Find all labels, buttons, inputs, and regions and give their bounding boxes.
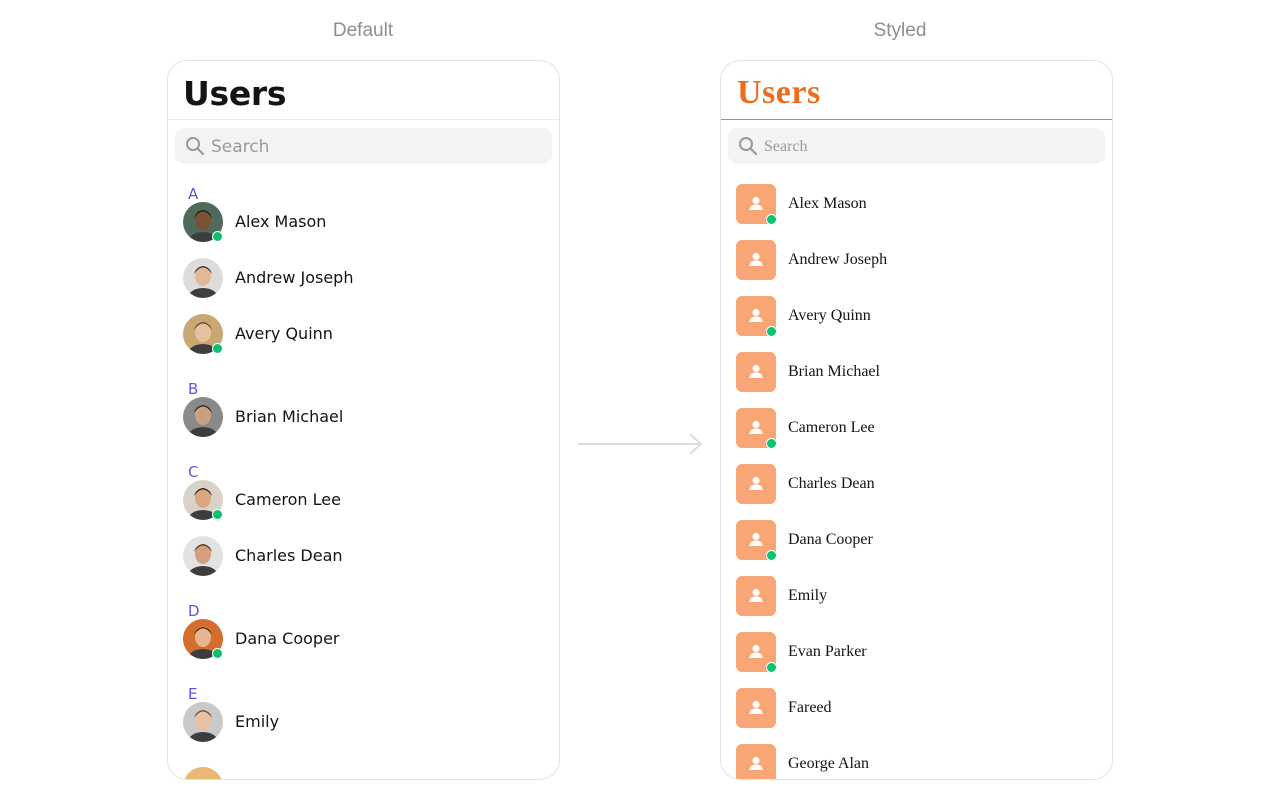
- user-row-partial[interactable]: [183, 767, 543, 779]
- arrow-right-icon: [578, 433, 703, 455]
- user-row-charles-dean[interactable]: Charles Dean: [183, 536, 543, 576]
- user-name: Alex Mason: [235, 212, 327, 231]
- search-icon: [186, 137, 205, 156]
- online-status-indicator: [212, 343, 223, 354]
- section-header-b: B: [188, 380, 199, 398]
- avatar: [736, 744, 776, 779]
- user-name: Dana Cooper: [788, 531, 873, 548]
- default-caption: Default: [332, 20, 394, 41]
- online-status-indicator: [212, 509, 223, 520]
- user-row-emily[interactable]: Emily: [183, 702, 543, 742]
- user-icon: [749, 700, 763, 714]
- user-name: George Alan: [788, 755, 870, 772]
- user-icon: [749, 476, 763, 490]
- user-name: Evan Parker: [788, 643, 867, 660]
- online-status-indicator: [766, 214, 777, 225]
- section-header-d: D: [188, 602, 200, 620]
- page-title: Users: [183, 74, 287, 113]
- avatar: [736, 464, 776, 504]
- user-name: Andrew Joseph: [788, 251, 888, 268]
- online-status-indicator: [212, 648, 223, 659]
- header: Users: [721, 61, 1112, 120]
- search-input[interactable]: Search: [175, 128, 552, 164]
- section-header-a: A: [188, 185, 199, 203]
- user-row-alex-mason[interactable]: Alex Mason: [183, 202, 543, 242]
- user-icon: [749, 588, 763, 602]
- styled-users-panel: Users Search Alex Mason Andrew Joseph Aver…: [720, 60, 1113, 780]
- user-row-charles-dean[interactable]: Charles Dean: [736, 464, 1096, 504]
- avatar: [183, 767, 223, 779]
- default-users-panel: Users Search A B C D E Alex Mason Andrew …: [167, 60, 560, 780]
- user-row-avery-quinn[interactable]: Avery Quinn: [736, 296, 1096, 337]
- page-title: Users: [737, 74, 821, 111]
- online-status-indicator: [766, 662, 777, 673]
- user-row-alex-mason[interactable]: Alex Mason: [736, 184, 1096, 225]
- user-name: Avery Quinn: [788, 307, 871, 324]
- user-row-andrew-joseph[interactable]: Andrew Joseph: [183, 258, 543, 298]
- user-name: Brian Michael: [235, 407, 344, 426]
- user-row-avery-quinn[interactable]: Avery Quinn: [183, 314, 543, 354]
- avatar: [736, 688, 776, 728]
- user-row-cameron-lee[interactable]: Cameron Lee: [183, 480, 543, 520]
- avatar: [736, 352, 776, 392]
- section-header-c: C: [188, 463, 199, 481]
- avatar: [183, 702, 223, 742]
- styled-caption: Styled: [873, 20, 927, 41]
- user-row-emily[interactable]: Emily: [736, 576, 1096, 616]
- user-row-andrew-joseph[interactable]: Andrew Joseph: [736, 240, 1096, 280]
- user-name: Brian Michael: [788, 363, 880, 380]
- user-row-evan-parker[interactable]: Evan Parker: [736, 632, 1096, 673]
- user-name: Cameron Lee: [235, 490, 341, 509]
- user-name: Andrew Joseph: [235, 268, 354, 287]
- header: Users: [168, 61, 559, 120]
- user-row-brian-michael[interactable]: Brian Michael: [736, 352, 1096, 392]
- user-icon: [749, 252, 763, 266]
- avatar: [736, 240, 776, 280]
- search-placeholder: Search: [764, 138, 808, 155]
- user-row-dana-cooper[interactable]: Dana Cooper: [183, 619, 543, 659]
- online-status-indicator: [766, 438, 777, 449]
- user-name: Avery Quinn: [235, 324, 333, 343]
- user-row-cameron-lee[interactable]: Cameron Lee: [736, 408, 1096, 449]
- avatar: [183, 397, 223, 437]
- online-status-indicator: [212, 231, 223, 242]
- avatar: [183, 536, 223, 576]
- user-name: Fareed: [788, 699, 832, 716]
- avatar: [736, 576, 776, 616]
- user-row-dana-cooper[interactable]: Dana Cooper: [736, 520, 1096, 561]
- online-status-indicator: [766, 326, 777, 337]
- search-input[interactable]: Search: [728, 128, 1105, 164]
- user-icon: [749, 364, 763, 378]
- user-name: Charles Dean: [788, 475, 875, 492]
- avatar: [183, 258, 223, 298]
- user-row-fareed[interactable]: Fareed: [736, 688, 1096, 728]
- user-name: Cameron Lee: [788, 419, 875, 436]
- section-header-e: E: [188, 685, 198, 703]
- user-name: Dana Cooper: [235, 629, 340, 648]
- search-placeholder: Search: [211, 137, 270, 157]
- user-name: Emily: [788, 587, 828, 604]
- user-row-brian-michael[interactable]: Brian Michael: [183, 397, 543, 437]
- user-row-george-alan[interactable]: George Alan: [736, 744, 1096, 779]
- user-name: Charles Dean: [235, 546, 343, 565]
- search-icon: [739, 137, 758, 156]
- user-name: Emily: [235, 712, 280, 731]
- user-icon: [749, 756, 763, 770]
- online-status-indicator: [766, 550, 777, 561]
- user-name: Alex Mason: [788, 195, 867, 212]
